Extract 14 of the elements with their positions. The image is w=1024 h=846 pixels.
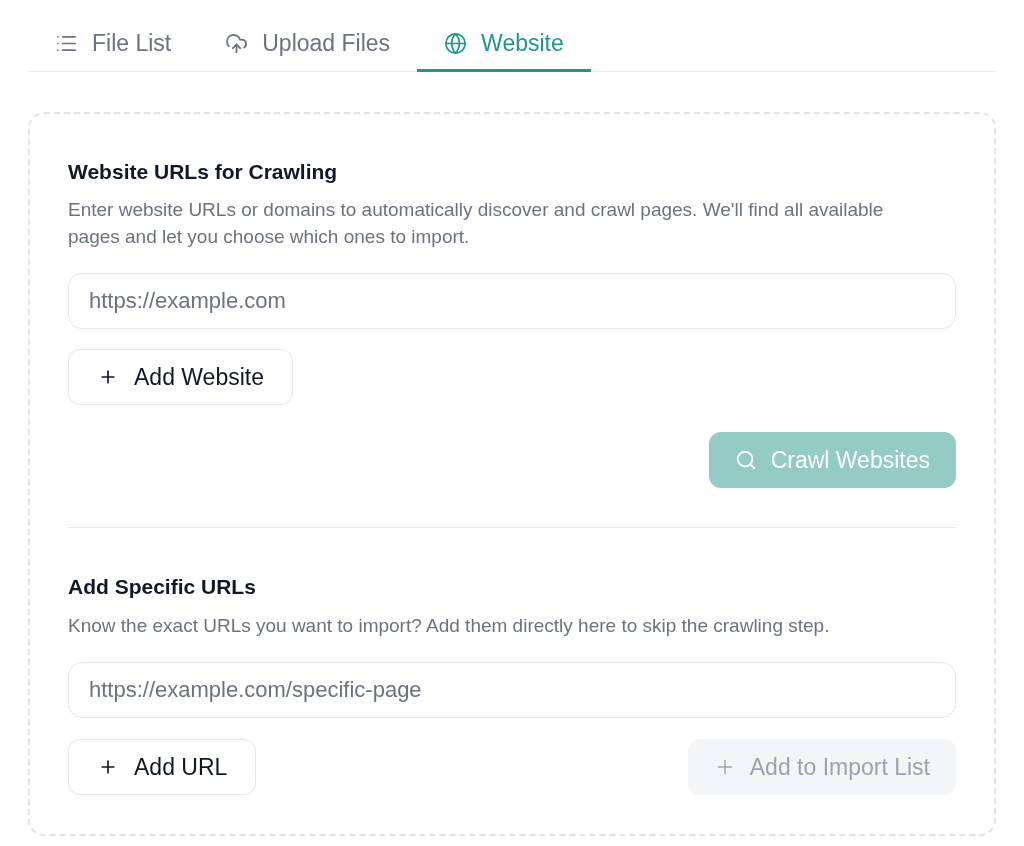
section-heading: Add Specific URLs [68, 574, 257, 600]
cloud-upload-icon [225, 31, 249, 55]
url-input-field[interactable]: https://example.com [68, 273, 956, 329]
section-description: Know the exact URLs you want to import? Add them directly here to skip the crawling step. [68, 614, 831, 638]
add-website-button[interactable]: Add Website [68, 349, 293, 405]
search-icon [734, 449, 757, 471]
globe-icon [444, 31, 468, 55]
tab[interactable]: Website [417, 24, 591, 72]
url-input-field[interactable]: https://example.com/specific-page [68, 662, 956, 718]
tab[interactable]: Upload Files [198, 24, 418, 72]
section-description: Enter website URLs or domains to automatically discover and crawl pages. We'll find all available pages and let you choose which ones to import. [68, 198, 885, 249]
section-heading: Website URLs for Crawling [68, 159, 339, 185]
add-url-button[interactable]: Add URL [68, 739, 257, 795]
tab[interactable]: File List [28, 24, 199, 72]
